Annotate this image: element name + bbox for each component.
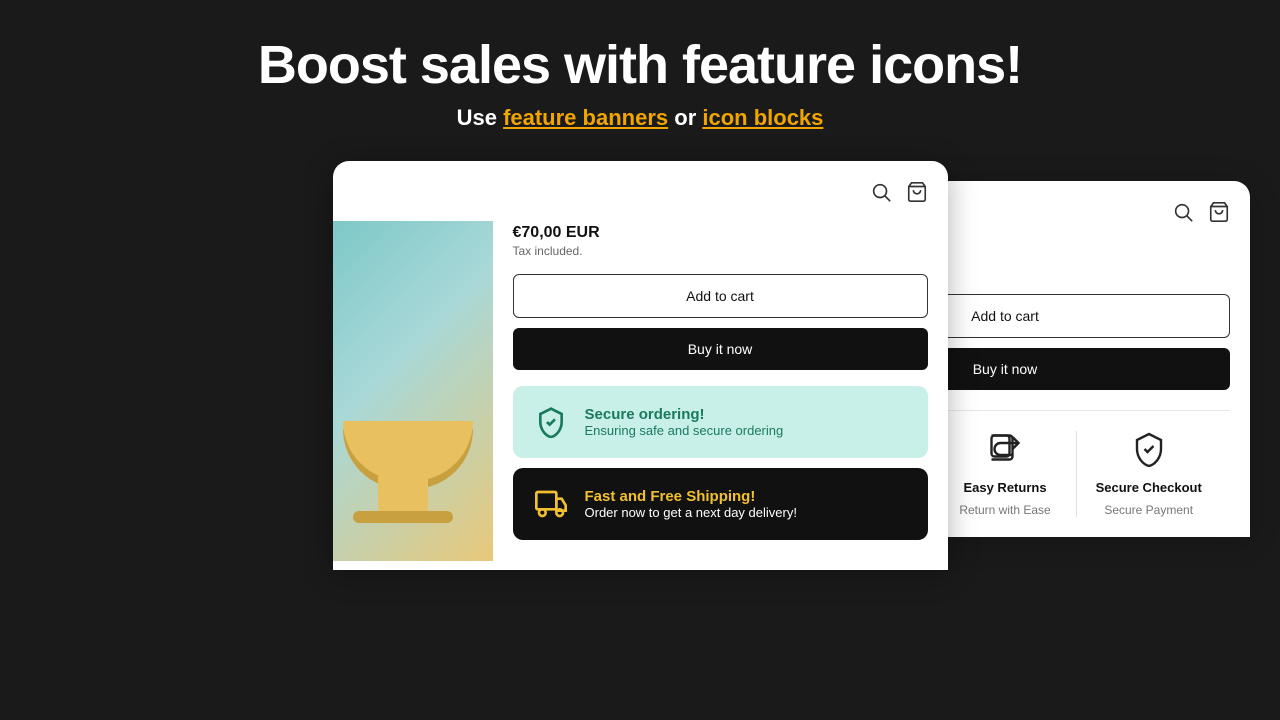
easy-returns-sub: Return with Ease <box>959 503 1050 517</box>
product-image-left <box>333 221 493 561</box>
easy-returns-title: Easy Returns <box>963 480 1046 495</box>
secure-checkout-title: Secure Checkout <box>1096 480 1202 495</box>
truck-icon <box>531 484 571 524</box>
card-left-icons <box>333 181 948 224</box>
cart-icon-right[interactable] <box>1208 201 1230 228</box>
price-left: €70,00 EUR <box>513 224 928 242</box>
secure-checkout-sub: Secure Payment <box>1104 503 1193 517</box>
bowl <box>343 421 473 481</box>
main-title: Boost sales with feature icons! <box>20 36 1260 95</box>
subtitle: Use feature banners or icon blocks <box>20 105 1260 131</box>
returns-icon-block <box>987 431 1023 472</box>
add-to-cart-button-left[interactable]: Add to cart <box>513 274 928 318</box>
cards-container: €70,00 EUR Tax included. Add to cart Buy… <box>0 161 1280 570</box>
bowl-base <box>353 511 453 523</box>
icon-block-easy-returns: Easy Returns Return with Ease <box>934 431 1077 517</box>
cart-icon[interactable] <box>906 181 928 208</box>
header-section: Boost sales with feature icons! Use feat… <box>0 0 1280 161</box>
tax-note-left: Tax included. <box>513 244 928 258</box>
shield-icon-block <box>1131 431 1167 472</box>
secure-ordering-title: Secure ordering! <box>585 406 784 423</box>
icon-blocks-link[interactable]: icon blocks <box>702 105 823 130</box>
bowl-stand <box>378 476 428 516</box>
shipping-text: Fast and Free Shipping! Order now to get… <box>585 488 797 520</box>
shipping-subtitle: Order now to get a next day delivery! <box>585 505 797 520</box>
feature-banners-link[interactable]: feature banners <box>503 105 668 130</box>
secure-ordering-subtitle: Ensuring safe and secure ordering <box>585 423 784 438</box>
icon-block-secure-checkout: Secure Checkout Secure Payment <box>1077 431 1220 517</box>
or-text: or <box>674 105 702 130</box>
search-icon[interactable] <box>870 181 892 208</box>
secure-ordering-banner: Secure ordering! Ensuring safe and secur… <box>513 386 928 458</box>
subtitle-prefix: Use <box>457 105 503 130</box>
search-icon-right[interactable] <box>1172 201 1194 228</box>
buy-now-button-left[interactable]: Buy it now <box>513 328 928 370</box>
shield-check-icon <box>531 402 571 442</box>
shipping-banner: Fast and Free Shipping! Order now to get… <box>513 468 928 540</box>
card-left: €70,00 EUR Tax included. Add to cart Buy… <box>333 161 948 570</box>
shipping-title: Fast and Free Shipping! <box>585 488 797 505</box>
secure-ordering-text: Secure ordering! Ensuring safe and secur… <box>585 406 784 438</box>
